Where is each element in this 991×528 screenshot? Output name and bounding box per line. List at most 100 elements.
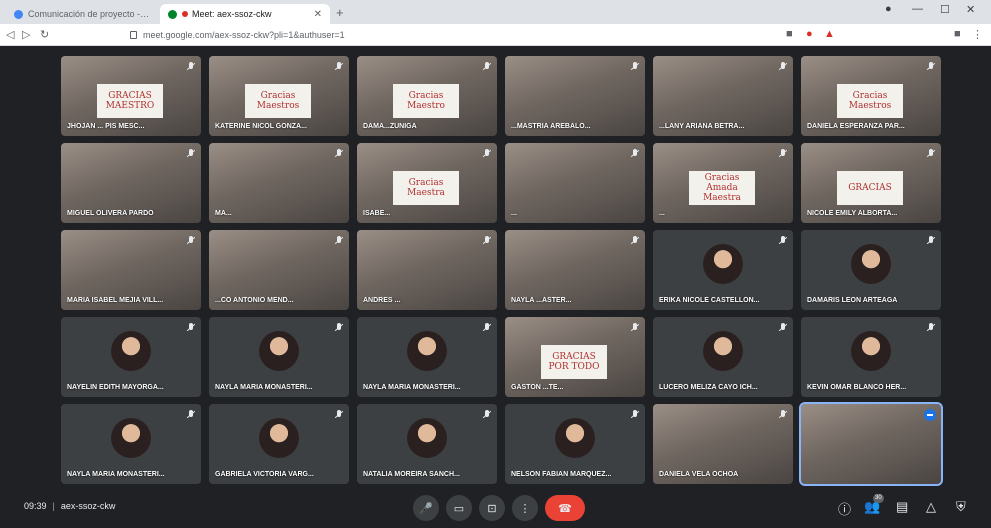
camera-icon: ▭: [453, 502, 465, 515]
browser-address-bar: ◁ ▷ ↻ meet.google.com/aex-ssoz-ckw?pli=1…: [0, 24, 991, 46]
close-tab-icon[interactable]: ✕: [314, 9, 322, 20]
participant-tile[interactable]: Gracias Maestra ISABE...: [357, 143, 497, 223]
maximize-button[interactable]: ☐: [940, 3, 950, 16]
participant-tile[interactable]: ANDRES ...: [357, 230, 497, 310]
participant-tile[interactable]: LUCERO MELIZA CAYO ICH...: [653, 317, 793, 397]
participant-tile[interactable]: MIGUEL OLIVERA PARDO: [61, 143, 201, 223]
activities-button[interactable]: △: [926, 499, 936, 515]
meeting-separator: |: [52, 501, 55, 511]
participant-name: ISABE...: [363, 210, 391, 217]
participant-tile[interactable]: GRACIAS POR TODO GASTON ...TE...: [505, 317, 645, 397]
lock-icon: [130, 31, 137, 39]
mic-muted-icon: [779, 323, 787, 333]
participant-name: GABRIELA VICTORIA VARG...: [215, 471, 314, 478]
participant-name: LUCERO MELIZA CAYO ICH...: [659, 384, 758, 391]
avatar: [111, 418, 151, 458]
extension-icon[interactable]: ●: [806, 28, 813, 40]
browser-tab-1[interactable]: Comunicación de proyecto - Colaborat: [6, 4, 158, 24]
avatar: [703, 244, 743, 284]
present-icon: ⊡: [487, 502, 497, 515]
avatar: [259, 331, 299, 371]
participant-tile[interactable]: ...MASTRIA AREBALO...: [505, 56, 645, 136]
reload-icon[interactable]: ↻: [40, 28, 49, 41]
camera-permission-icon[interactable]: ■: [786, 28, 793, 40]
browser-tab-meet[interactable]: Meet: aex-ssoz-ckw ✕: [160, 4, 330, 24]
mic-muted-icon: [483, 149, 491, 159]
participant-tile[interactable]: Gracias Maestros DANIELA ESPERANZA PAR...: [801, 56, 941, 136]
participant-tile[interactable]: NATALIA MOREIRA SANCH...: [357, 404, 497, 484]
participant-name: DAMARIS LEON ARTEAGA: [807, 297, 898, 304]
mic-muted-icon: [927, 323, 935, 333]
chat-button[interactable]: ▤: [896, 499, 908, 515]
mic-muted-icon: [187, 62, 195, 72]
participant-tile[interactable]: Gracias Maestro DAMA...ZÚÑIGA: [357, 56, 497, 136]
participant-tile[interactable]: ...LANY ARIANA BETRA...: [653, 56, 793, 136]
thank-you-sign: GRACIAS MAESTRO: [97, 84, 163, 118]
participant-name: MARÍA ISABEL MEJÍA VILL...: [67, 297, 164, 304]
leave-call-button[interactable]: ☎: [545, 495, 585, 521]
back-icon[interactable]: ◁: [6, 28, 14, 41]
mic-muted-icon: [631, 410, 639, 420]
more-icon: ⋮: [519, 502, 531, 515]
camera-button[interactable]: ▭: [446, 495, 472, 521]
participant-name: KATERINE NICOL GONZA...: [215, 123, 307, 130]
participant-name: DANIELA VELA OCHOA: [659, 471, 739, 478]
url-field[interactable]: meet.google.com/aex-ssoz-ckw?pli=1&authu…: [130, 27, 830, 43]
participant-name: DAMA...ZÚÑIGA: [363, 123, 417, 130]
mic-icon: 🎤: [419, 502, 433, 515]
participant-tile[interactable]: KEVIN OMAR BLANCO HER...: [801, 317, 941, 397]
participant-tile[interactable]: ...: [505, 143, 645, 223]
mic-muted-icon: [631, 62, 639, 72]
extensions-puzzle-icon[interactable]: ■: [954, 28, 961, 40]
host-controls-button[interactable]: ⛨: [956, 499, 966, 515]
mic-muted-icon: [187, 236, 195, 246]
participant-tile[interactable]: NAYLA MARÍA MONASTERI...: [61, 404, 201, 484]
warning-icon[interactable]: ▲: [824, 28, 835, 40]
thank-you-sign: GRACIAS POR TODO: [541, 345, 607, 379]
participant-tile[interactable]: DAMARIS LEON ARTEAGA: [801, 230, 941, 310]
mic-muted-icon: [335, 410, 343, 420]
participant-tile[interactable]: Gracias Amada Maestra...: [653, 143, 793, 223]
hangup-icon: ☎: [558, 502, 572, 515]
participant-tile[interactable]: GABRIELA VICTORIA VARG...: [209, 404, 349, 484]
forward-icon[interactable]: ▷: [22, 28, 30, 41]
speaking-indicator-icon: [924, 409, 936, 421]
participant-tile[interactable]: GRACIAS NICOLE EMILY ALBORTA...: [801, 143, 941, 223]
browser-tab-bar: Comunicación de proyecto - Colaborat Mee…: [0, 0, 991, 24]
participant-tile[interactable]: NAYLA MARÍA MONASTERI...: [357, 317, 497, 397]
thank-you-sign: Gracias Maestros: [837, 84, 903, 118]
minimize-button[interactable]: —: [912, 3, 923, 15]
participant-tile[interactable]: Gracias Maestros KATERINE NICOL GONZA...: [209, 56, 349, 136]
mic-muted-icon: [187, 149, 195, 159]
browser-menu-icon[interactable]: ⋮: [972, 28, 983, 41]
participant-tile[interactable]: MARÍA ISABEL MEJÍA VILL...: [61, 230, 201, 310]
participant-tile[interactable]: DANIELA VELA OCHOA: [653, 404, 793, 484]
mic-muted-icon: [631, 323, 639, 333]
participant-tile[interactable]: NAYLA ...ASTER...: [505, 230, 645, 310]
participant-tile[interactable]: ERIKA NICOLE CASTELLON...: [653, 230, 793, 310]
mic-button[interactable]: 🎤: [413, 495, 439, 521]
new-tab-button[interactable]: +: [336, 5, 344, 20]
participant-tile[interactable]: [799, 402, 943, 486]
participant-tile[interactable]: ...CO ANTONIO MEND...: [209, 230, 349, 310]
close-window-button[interactable]: ✕: [966, 3, 975, 16]
present-button[interactable]: ⊡: [479, 495, 505, 521]
mic-muted-icon: [779, 236, 787, 246]
participant-tile[interactable]: GRACIAS MAESTRO JHOJAN ... PIS MESC...: [61, 56, 201, 136]
participant-tile[interactable]: NAYLA MARÍA MONASTERI...: [209, 317, 349, 397]
profile-icon[interactable]: ●: [885, 3, 892, 15]
tab-title: Comunicación de proyecto - Colaborat: [28, 9, 150, 19]
participant-name: ...: [511, 210, 517, 217]
meeting-details-button[interactable]: ⓘ: [838, 499, 851, 518]
participant-tile[interactable]: MA...: [209, 143, 349, 223]
mic-muted-icon: [335, 62, 343, 72]
site-favicon-icon: [14, 9, 23, 19]
participant-tile[interactable]: NAYELIN EDITH MAYORGA...: [61, 317, 201, 397]
mic-muted-icon: [779, 62, 787, 72]
participant-name: DANIELA ESPERANZA PAR...: [807, 123, 905, 130]
participant-name: NATALIA MOREIRA SANCH...: [363, 471, 460, 478]
participant-name: NELSON FABIAN MARQUEZ...: [511, 471, 612, 478]
more-options-button[interactable]: ⋮: [512, 495, 538, 521]
participant-name: GASTON ...TE...: [511, 384, 564, 391]
participant-tile[interactable]: NELSON FABIAN MARQUEZ...: [505, 404, 645, 484]
